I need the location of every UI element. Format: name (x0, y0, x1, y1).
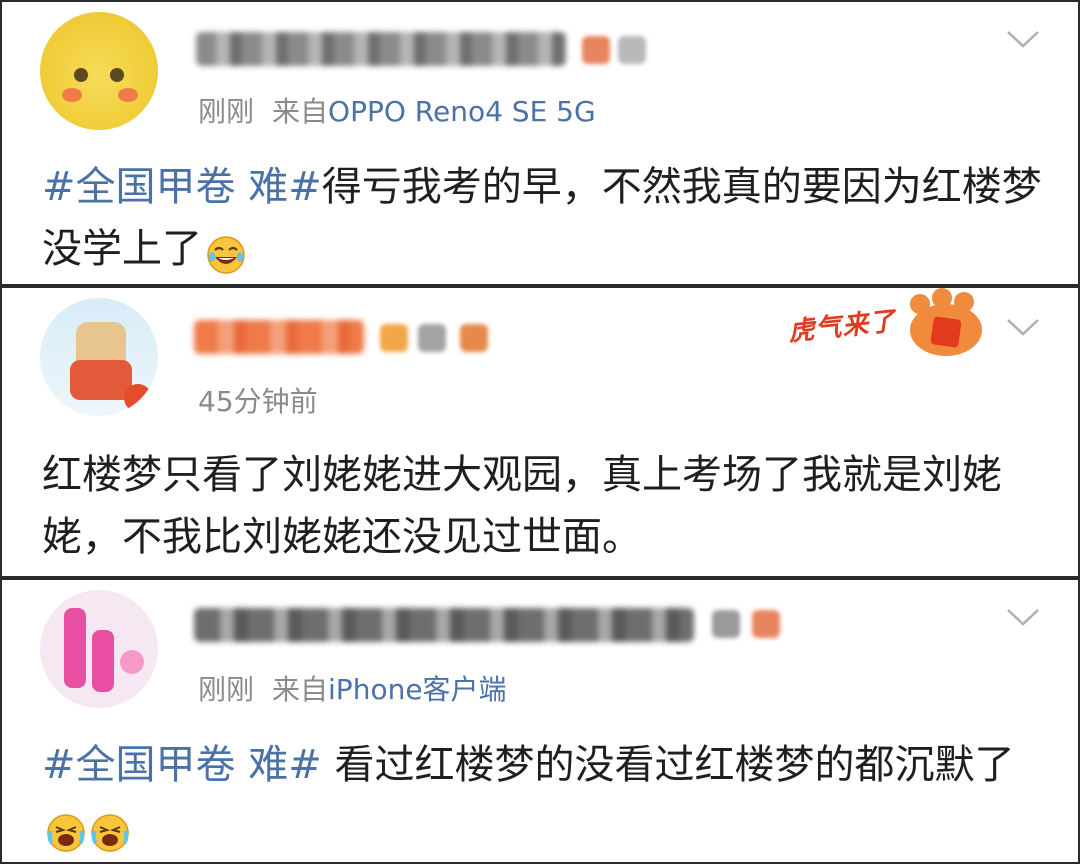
chevron-down-icon[interactable] (1006, 318, 1040, 336)
avatar-shape (64, 608, 86, 688)
chevron-down-icon[interactable] (1006, 608, 1040, 626)
comment-body: 红楼梦只看了刘姥姥进大观园，真上考场了我就是刘姥姥，不我比刘姥姥还没见过世面。 (42, 452, 1002, 560)
post-source[interactable]: iPhone客户端 (328, 673, 507, 706)
avatar-cheek (62, 88, 82, 102)
user-badge-icon (582, 36, 610, 64)
blurred-username[interactable] (194, 608, 694, 642)
topic-link[interactable]: #全国甲卷 难# (42, 164, 322, 210)
comment-text: #全国甲卷 难# 看过红楼梦的没看过红楼梦的都沉默了 (42, 734, 1042, 858)
user-badge-icon (712, 610, 740, 638)
chevron-down-icon[interactable] (1006, 30, 1040, 48)
avatar-shape (120, 650, 144, 674)
topic-link[interactable]: #全国甲卷 难# (42, 742, 322, 788)
user-badge-icon (380, 324, 408, 352)
user-avatar[interactable] (40, 12, 158, 130)
user-avatar[interactable] (40, 298, 158, 416)
avatar-shape (92, 630, 114, 692)
post-time: 45分钟前 (198, 385, 318, 418)
user-badge-icon (752, 610, 780, 638)
crying-laughing-emoji (46, 809, 86, 852)
stamp-text: 虎气来了 (786, 306, 898, 348)
weibo-comment-1: 刚刚 来自OPPO Reno4 SE 5G #全国甲卷 难#得亏我考的早，不然我真… (0, 0, 1080, 286)
post-meta: 刚刚 来自OPPO Reno4 SE 5G (198, 90, 596, 130)
comment-text: 红楼梦只看了刘姥姥进大观园，真上考场了我就是刘姥姥，不我比刘姥姥还没见过世面。 (42, 444, 1042, 568)
avatar-cheek (118, 88, 138, 102)
post-meta: 45分钟前 (198, 380, 318, 420)
tiger-year-stamp: 虎气来了 (786, 288, 988, 368)
source-prefix: 来自 (272, 673, 329, 706)
source-prefix: 来自 (272, 95, 329, 128)
comment-text: #全国甲卷 难#得亏我考的早，不然我真的要因为红楼梦没学上了 (42, 156, 1042, 280)
comment-body: 看过红楼梦的没看过红楼梦的都沉默了 (321, 742, 1015, 788)
avatar-eye (110, 68, 124, 82)
post-source[interactable]: OPPO Reno4 SE 5G (328, 95, 596, 128)
avatar-figure-shirt (70, 360, 132, 400)
weibo-comment-2: 45分钟前 虎气来了 红楼梦只看了刘姥姥进大观园，真上考场了我就是刘姥姥，不我比… (0, 286, 1080, 578)
post-time: 刚刚 (198, 673, 255, 706)
post-meta: 刚刚 来自iPhone客户端 (198, 668, 507, 708)
blurred-username[interactable] (194, 320, 364, 354)
crying-laughing-emoji (90, 809, 130, 852)
user-badge-icon (618, 36, 646, 64)
avatar-eye (74, 68, 88, 82)
avatar-seal (124, 384, 152, 412)
post-time: 刚刚 (198, 95, 255, 128)
user-badge-icon (418, 324, 446, 352)
user-avatar[interactable] (40, 590, 158, 708)
user-badge-icon (460, 324, 488, 352)
blurred-username[interactable] (196, 32, 566, 66)
laughing-tears-emoji (206, 231, 246, 274)
